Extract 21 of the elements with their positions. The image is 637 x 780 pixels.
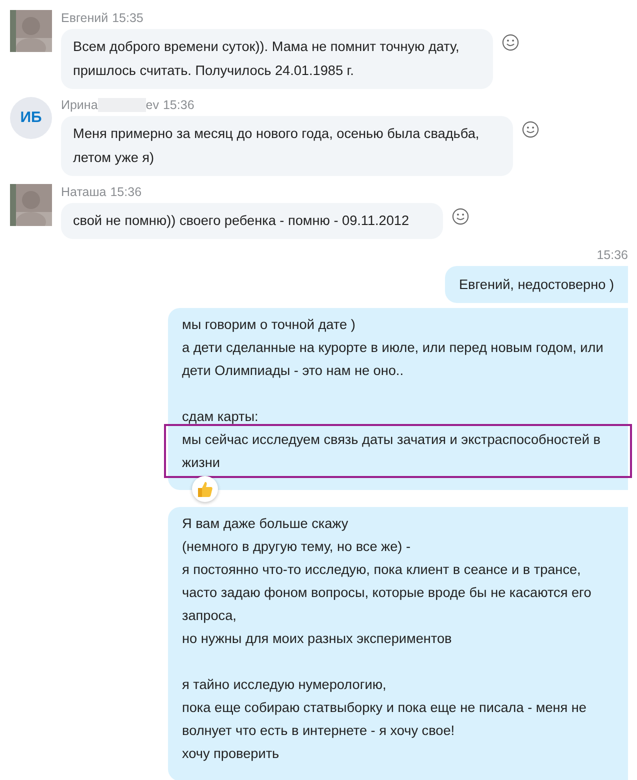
thumbs-up-icon[interactable] bbox=[192, 476, 218, 502]
emoji-icon[interactable] bbox=[522, 121, 540, 138]
message-time: 15:36 bbox=[596, 247, 628, 263]
sender-name: Наташа bbox=[61, 184, 106, 200]
message-bubble: свой не помню)) своего ребенка - помню - 09.11.2012 bbox=[61, 203, 444, 239]
message-time: 15:36 bbox=[110, 184, 142, 200]
message-bubble: Всем доброго времени суток)). Мама не помнит точную дату, пришлось считать. Получилось 24.01.1985 г. bbox=[61, 29, 494, 89]
message-bubble: Меня примерно за месяц до нового года, осенью была свадьба, летом уже я) bbox=[61, 116, 514, 176]
message-time: 15:35 bbox=[112, 10, 144, 26]
sender-name: ev bbox=[146, 97, 159, 113]
message-text: мы говорим о точной дате ) а дети сделанные на курорте в июле, или перед новым годом, или дети Олимпиады - это нам не оно.. bbox=[182, 316, 604, 380]
message-text: Я вам даже больше скажу (немного в другую тему, но все же) - я постоянно что-то исследую, пока клиент в сеансе и в трансе, часто задаю фоном вопросы, которые вроде бы не касаются его запроса, но нужны для моих разных экспериментов bbox=[182, 515, 592, 648]
avatar: ИБ bbox=[10, 97, 52, 139]
message-text: Евгений, недостоверно ) bbox=[458, 276, 614, 294]
emoji-icon[interactable] bbox=[502, 34, 520, 51]
message-text: сдам карты: bbox=[182, 408, 260, 426]
sender-name: Ирина bbox=[61, 97, 98, 113]
message-time: 15:36 bbox=[162, 97, 194, 113]
message-text: я тайно исследую нумерологию, пока еще собираю статвыборку и пока еще не писала - меня не волнует что есть в интернете - я хочу свое! хочу проверить bbox=[182, 676, 588, 763]
sender-name: Евгений bbox=[61, 10, 108, 26]
emoji-icon[interactable] bbox=[452, 208, 470, 225]
